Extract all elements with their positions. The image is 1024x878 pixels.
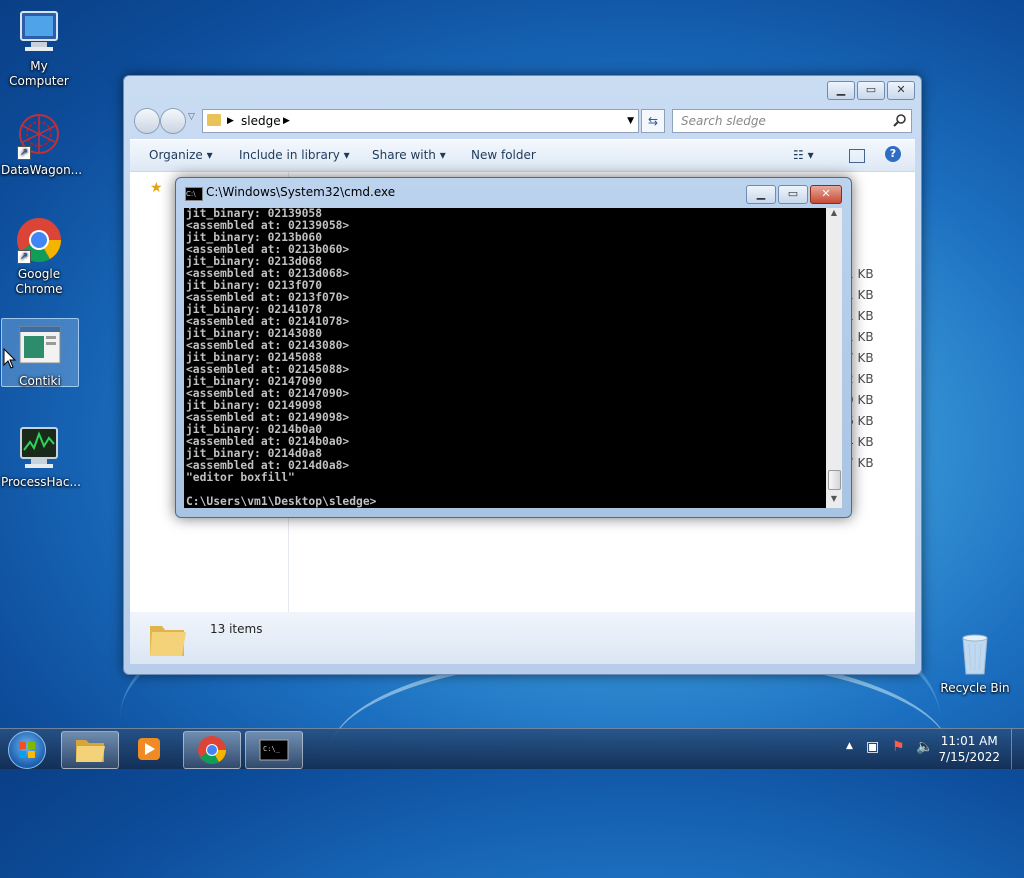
show-hidden-icons-icon[interactable]: ▲ xyxy=(846,741,853,751)
chrome-icon xyxy=(198,736,226,764)
refresh-button[interactable]: ⇆ xyxy=(641,109,665,133)
minimize-button[interactable]: ▁ xyxy=(746,185,776,204)
address-dropdown-icon[interactable]: ▼ xyxy=(627,110,634,132)
start-button[interactable] xyxy=(8,731,46,769)
cmd-caption-buttons: ▁ ▭ ✕ xyxy=(746,185,842,204)
help-icon[interactable]: ? xyxy=(885,146,901,162)
preview-pane-icon[interactable] xyxy=(849,149,865,163)
windows-logo-icon xyxy=(19,742,35,758)
datawagon-icon: ↗ xyxy=(15,112,63,160)
explorer-caption-buttons: ▁ ▭ ✕ xyxy=(827,81,915,100)
taskbar: C:\_ ▲ ▣ ⚑ 🔈 11:01 AM 7/15/2022 xyxy=(0,728,1024,769)
breadcrumb-sledge[interactable]: sledge xyxy=(241,110,281,132)
console-text: jit_binary: 02139058 <assembled at: 0213… xyxy=(186,208,377,508)
media-player-icon xyxy=(138,738,160,760)
action-center-icon[interactable]: ⚑ xyxy=(892,739,905,755)
contiki-icon xyxy=(16,323,64,371)
include-in-library-button[interactable]: Include in library ▾ xyxy=(239,148,350,162)
computer-icon xyxy=(15,8,63,56)
search-placeholder: Search sledge xyxy=(681,114,766,128)
desktop-icon-label: DataWagon... xyxy=(1,163,83,177)
explorer-command-bar: Organize ▾ Include in library ▾ Share wi… xyxy=(130,139,915,171)
forward-button[interactable] xyxy=(160,108,186,134)
explorer-folder-icon xyxy=(76,740,105,762)
desktop-icon-recycle-bin[interactable]: Recycle Bin xyxy=(937,630,1013,696)
search-input[interactable]: Search sledge xyxy=(672,109,912,133)
desktop-icon-label: Recycle Bin xyxy=(940,681,1010,695)
taskbar-cmd[interactable]: C:\_ xyxy=(245,731,303,769)
folder-icon xyxy=(207,114,221,126)
view-options-icon[interactable]: ☷ ▾ xyxy=(793,148,814,162)
clock-date: 7/15/2022 xyxy=(938,750,1000,764)
chrome-icon: ↗ xyxy=(15,216,63,264)
cmd-icon: C:\ xyxy=(185,187,203,201)
minimize-button[interactable]: ▁ xyxy=(827,81,855,100)
desktop-icon-datawagon[interactable]: ↗ DataWagon... xyxy=(1,112,82,178)
volume-icon[interactable]: 🔈 xyxy=(916,739,933,755)
clock-time: 11:01 AM xyxy=(940,734,998,748)
desktop-icon-label: Contiki xyxy=(19,374,61,388)
recent-pages-chevron-icon[interactable]: ▽ xyxy=(188,112,195,122)
scroll-down-arrow-icon[interactable]: ▼ xyxy=(826,494,842,508)
scrollbar-thumb[interactable] xyxy=(828,470,841,490)
explorer-details-pane: 13 items xyxy=(130,612,915,664)
breadcrumb-separator-icon: ▶ xyxy=(227,116,234,126)
maximize-button[interactable]: ▭ xyxy=(857,81,885,100)
close-button[interactable]: ✕ xyxy=(810,185,842,204)
taskbar-chrome[interactable] xyxy=(183,731,241,769)
cmd-window[interactable]: C:\ C:\Windows\System32\cmd.exe ▁ ▭ ✕ ji… xyxy=(175,177,852,518)
desktop-icon-google-chrome[interactable]: ↗ Google Chrome xyxy=(1,216,77,297)
svg-text:C:\_: C:\_ xyxy=(263,745,281,753)
console-output[interactable]: jit_binary: 02139058 <assembled at: 0213… xyxy=(184,208,826,508)
taskbar-explorer[interactable] xyxy=(61,731,119,769)
recycle-bin-icon xyxy=(951,630,999,678)
system-clock[interactable]: 11:01 AM 7/15/2022 xyxy=(938,733,1000,765)
network-icon[interactable]: ▣ xyxy=(866,739,879,755)
shortcut-arrow-icon: ↗ xyxy=(17,146,31,160)
show-desktop-button[interactable] xyxy=(1011,729,1024,769)
cmd-icon: C:\_ xyxy=(259,739,289,761)
close-button[interactable]: ✕ xyxy=(887,81,915,100)
search-icon[interactable] xyxy=(893,114,906,127)
shortcut-arrow-icon: ↗ xyxy=(17,250,31,264)
folder-icon xyxy=(150,626,186,656)
mouse-cursor-icon xyxy=(3,348,17,369)
desktop-icon-label: My Computer xyxy=(9,59,69,88)
desktop-icon-label: ProcessHac... xyxy=(1,475,81,489)
process-hacker-icon xyxy=(15,424,63,472)
maximize-button[interactable]: ▭ xyxy=(778,185,808,204)
desktop-icon-label: Google Chrome xyxy=(15,267,63,296)
back-button[interactable] xyxy=(134,108,160,134)
explorer-nav-row: ▽ ▶ sledge ▶ ▼ ⇆ Search sledge xyxy=(132,106,913,134)
desktop-icon-processhacker[interactable]: ProcessHac... xyxy=(1,424,81,490)
favorites-star-icon: ★ xyxy=(150,180,163,196)
new-folder-button[interactable]: New folder xyxy=(471,148,536,162)
taskbar-media-player[interactable] xyxy=(122,731,178,767)
desktop-icon-my-computer[interactable]: My Computer xyxy=(1,8,77,89)
breadcrumb-separator-icon: ▶ xyxy=(283,116,290,126)
share-with-button[interactable]: Share with ▾ xyxy=(372,148,446,162)
scroll-up-arrow-icon[interactable]: ▲ xyxy=(826,208,842,222)
console-scrollbar[interactable]: ▲ ▼ xyxy=(826,208,842,508)
cmd-title: C:\Windows\System32\cmd.exe xyxy=(206,185,396,199)
item-count: 13 items xyxy=(210,622,263,636)
organize-button[interactable]: Organize ▾ xyxy=(149,148,213,162)
address-bar[interactable]: ▶ sledge ▶ ▼ xyxy=(202,109,639,133)
